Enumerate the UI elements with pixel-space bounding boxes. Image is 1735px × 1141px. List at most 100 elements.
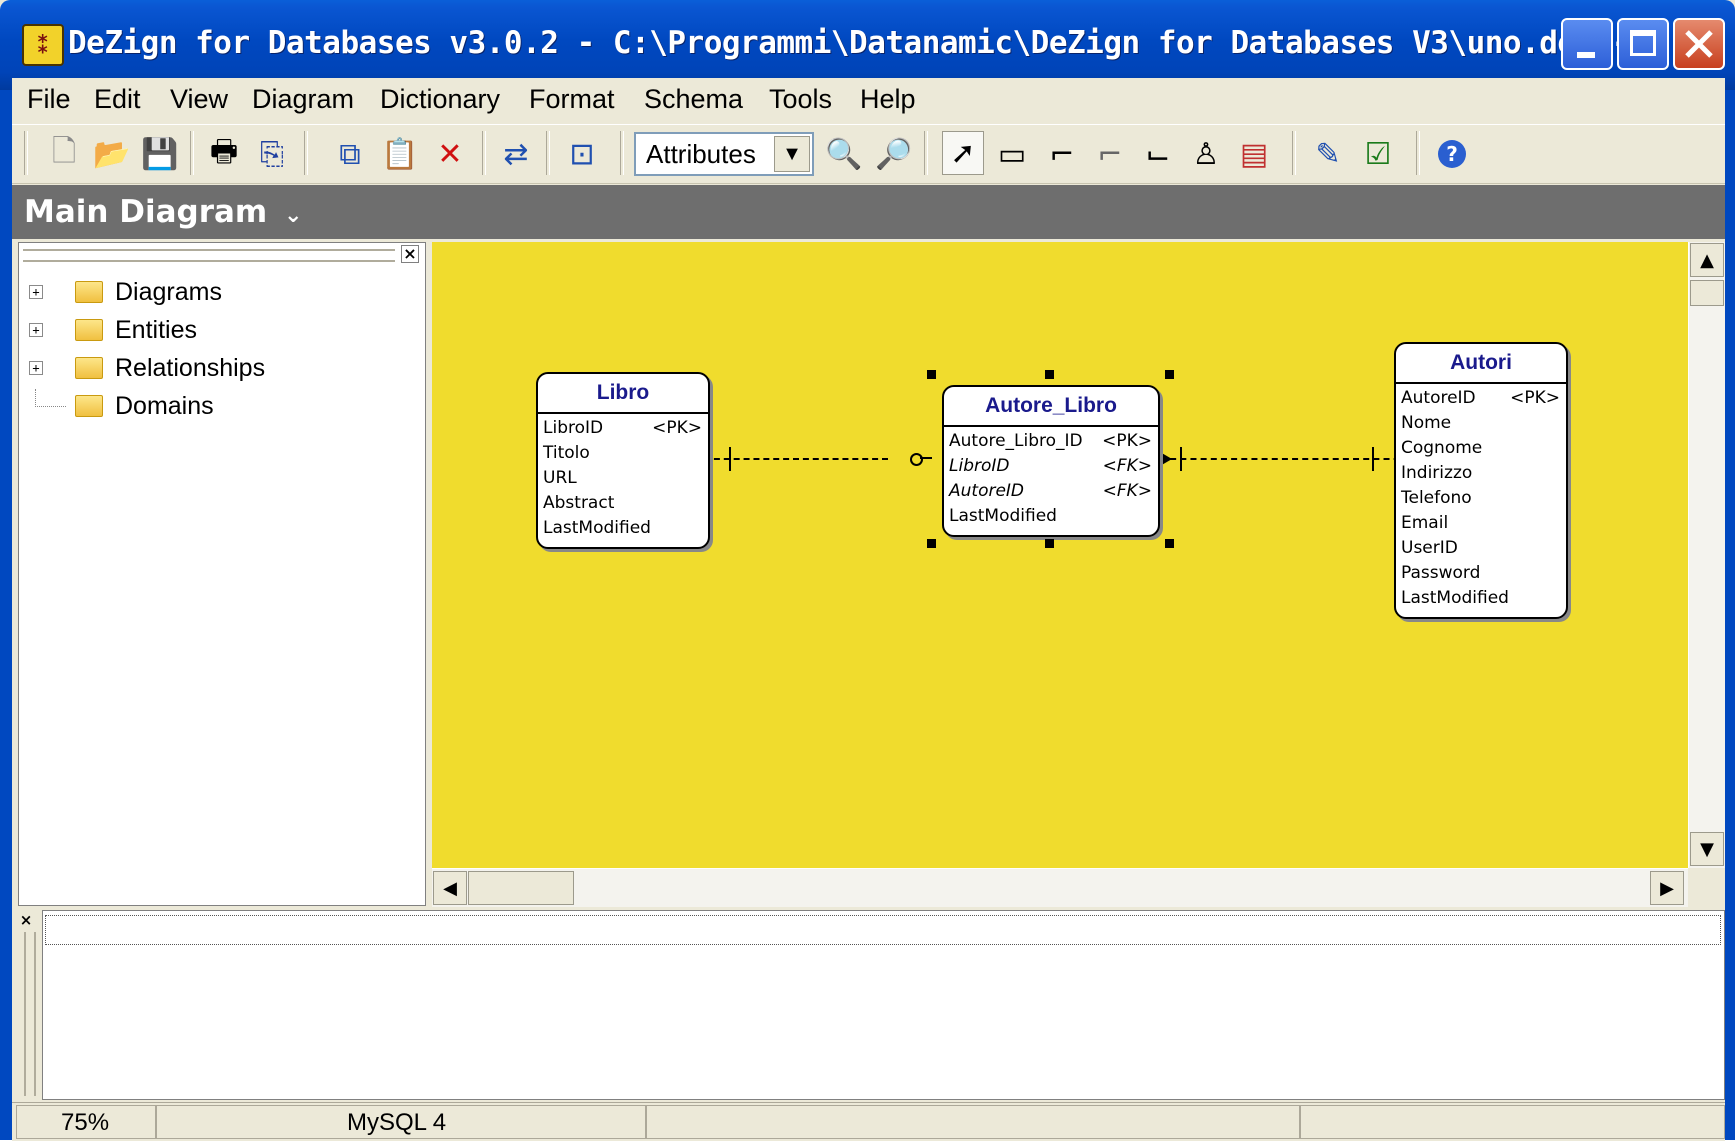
expand-icon[interactable]: + xyxy=(29,323,43,337)
entity-autore-libro[interactable]: Autore_Libro Autore_Libro_ID <PK> LibroID… xyxy=(942,385,1160,537)
attribute-row[interactable]: Titolo xyxy=(538,443,708,468)
selection-handle[interactable] xyxy=(927,539,936,548)
view-mode-value: Attributes xyxy=(646,139,756,169)
cardinality-one-marker xyxy=(1372,447,1374,471)
relationship-line-autori[interactable] xyxy=(1160,458,1420,460)
menu-help[interactable]: Help xyxy=(860,84,916,115)
menu-dictionary[interactable]: Dictionary xyxy=(380,84,500,115)
scroll-down-icon[interactable]: ▼ xyxy=(1690,832,1724,866)
entity-tool-icon[interactable]: ▭ xyxy=(992,134,1032,174)
diagram-tab-header[interactable]: Main Diagram ⌄ xyxy=(12,185,1725,239)
scroll-left-icon[interactable]: ◀ xyxy=(433,871,467,905)
close-button[interactable] xyxy=(1673,18,1725,70)
swap-icon[interactable]: ⇄ xyxy=(496,134,536,174)
open-folder-icon[interactable]: 📂 xyxy=(92,134,132,174)
horizontal-scroll-thumb[interactable] xyxy=(468,871,574,905)
panel-grip[interactable] xyxy=(24,932,36,1096)
menu-format[interactable]: Format xyxy=(529,84,615,115)
print-preview-icon[interactable]: ⎘ xyxy=(252,134,292,174)
scroll-right-icon[interactable]: ▶ xyxy=(1650,871,1684,905)
cardinality-many-marker xyxy=(1160,452,1172,466)
expand-icon[interactable]: + xyxy=(29,361,43,375)
note-icon[interactable]: ▤ xyxy=(1234,134,1274,174)
diagram-title: Main Diagram ⌄ xyxy=(24,194,302,230)
menu-edit[interactable]: Edit xyxy=(94,84,141,115)
identifying-relationship-icon[interactable]: ⌐ xyxy=(1090,134,1130,174)
expand-icon[interactable]: + xyxy=(29,285,43,299)
zoom-out-icon[interactable]: 🔎 xyxy=(874,134,914,174)
maximize-button[interactable] xyxy=(1617,18,1669,70)
delete-icon[interactable]: ✕ xyxy=(430,134,470,174)
horizontal-scrollbar[interactable]: ◀ ▶ xyxy=(432,868,1688,907)
selection-handle[interactable] xyxy=(1045,370,1054,379)
attribute-row[interactable]: Nome xyxy=(1396,413,1566,438)
selection-handle[interactable] xyxy=(1165,539,1174,548)
relationship-tool-icon[interactable]: ⌐ xyxy=(1042,134,1082,174)
pointer-icon[interactable]: ➚ xyxy=(942,131,984,175)
view-mode-select[interactable]: Attributes ▼ xyxy=(634,132,814,176)
attribute-row[interactable]: Telefono xyxy=(1396,488,1566,513)
menu-schema[interactable]: Schema xyxy=(644,84,743,115)
menu-tools[interactable]: Tools xyxy=(769,84,832,115)
attribute-row[interactable]: LibroID <PK> xyxy=(538,418,708,443)
attribute-row[interactable]: LastModified xyxy=(944,506,1158,531)
output-area[interactable] xyxy=(42,910,1725,1100)
attribute-row[interactable]: AutoreID <FK> xyxy=(944,481,1158,506)
check-model-icon[interactable]: ✎ xyxy=(1308,134,1348,174)
selection-handle[interactable] xyxy=(927,370,936,379)
attribute-row[interactable]: LibroID <FK> xyxy=(944,456,1158,481)
new-document-icon[interactable]: 🗋 xyxy=(44,134,84,174)
attribute-row[interactable]: LastModified xyxy=(1396,588,1566,613)
nonidentifying-relationship-icon[interactable]: ⌙ xyxy=(1138,134,1178,174)
vertical-scrollbar[interactable]: ▲ ▼ xyxy=(1688,242,1725,868)
panel-grip[interactable] xyxy=(23,249,395,262)
attribute-row[interactable]: AutoreID <PK> xyxy=(1396,388,1566,413)
close-icon[interactable]: × xyxy=(18,912,34,928)
zoom-in-icon[interactable]: 🔍 xyxy=(824,134,864,174)
zoom-page-icon[interactable]: ⊡ xyxy=(562,134,602,174)
copy-icon[interactable]: ⧉ xyxy=(330,134,370,174)
attribute-row[interactable]: Autore_Libro_ID <PK> xyxy=(944,431,1158,456)
toolbar: 🗋 📂 💾 🖶 ⎘ ⧉ 📋 ✕ ⇄ ⊡ Attributes ▼ 🔍 🔎 ➚ ▭… xyxy=(12,124,1725,184)
selection-handle[interactable] xyxy=(1045,539,1054,548)
attribute-row[interactable]: URL xyxy=(538,468,708,493)
toolbar-separator xyxy=(1292,131,1296,175)
entity-attributes: AutoreID <PK> Nome Cognome Indirizzo Tele… xyxy=(1396,384,1566,617)
print-icon[interactable]: 🖶 xyxy=(204,134,244,174)
vertical-scroll-thumb[interactable] xyxy=(1690,280,1724,306)
attribute-name: Cognome xyxy=(1401,438,1483,458)
entity-libro[interactable]: Libro LibroID <PK> Titolo URL Abstract La… xyxy=(536,372,710,549)
tree-item-label: Entities xyxy=(115,316,197,344)
help-icon[interactable]: ? xyxy=(1432,134,1472,174)
attribute-row[interactable]: Password xyxy=(1396,563,1566,588)
paste-icon[interactable]: 📋 xyxy=(380,134,420,174)
selection-handle[interactable] xyxy=(1165,370,1174,379)
entity-autori[interactable]: Autori AutoreID <PK> Nome Cognome Indiriz… xyxy=(1394,342,1568,619)
attribute-row[interactable]: UserID xyxy=(1396,538,1566,563)
save-icon[interactable]: 💾 xyxy=(140,134,180,174)
attribute-name: AutoreID xyxy=(1401,388,1476,408)
report-icon[interactable]: ☑ xyxy=(1358,134,1398,174)
chevron-down-icon[interactable]: ⌄ xyxy=(284,203,302,228)
relationship-line-libro[interactable] xyxy=(704,458,888,460)
window-title: DeZign for Databases v3.0.2 - C:\Program… xyxy=(68,25,1631,61)
diagram-canvas[interactable]: Libro LibroID <PK> Titolo URL Abstract La… xyxy=(432,242,1688,868)
output-line[interactable] xyxy=(45,915,1721,945)
close-icon[interactable]: × xyxy=(401,245,419,263)
tree-item-label: Domains xyxy=(115,392,214,420)
menu-file[interactable]: File xyxy=(27,84,71,115)
attribute-row[interactable]: Cognome xyxy=(1396,438,1566,463)
status-cell-empty xyxy=(646,1105,1300,1139)
title-bar[interactable]: ⁑ DeZign for Databases v3.0.2 - C:\Progr… xyxy=(0,0,1735,90)
attribute-row[interactable]: Abstract xyxy=(538,493,708,518)
attribute-row[interactable]: Email xyxy=(1396,513,1566,538)
scroll-up-icon[interactable]: ▲ xyxy=(1690,243,1724,277)
menu-diagram[interactable]: Diagram xyxy=(252,84,354,115)
attribute-row[interactable]: LastModified xyxy=(538,518,708,543)
attribute-row[interactable]: Indirizzo xyxy=(1396,463,1566,488)
chevron-down-icon[interactable]: ▼ xyxy=(774,136,810,172)
minimize-button[interactable] xyxy=(1561,18,1613,70)
stamp-icon[interactable]: ♙ xyxy=(1186,134,1226,174)
menu-view[interactable]: View xyxy=(170,84,228,115)
attribute-key: <PK> xyxy=(652,418,702,438)
